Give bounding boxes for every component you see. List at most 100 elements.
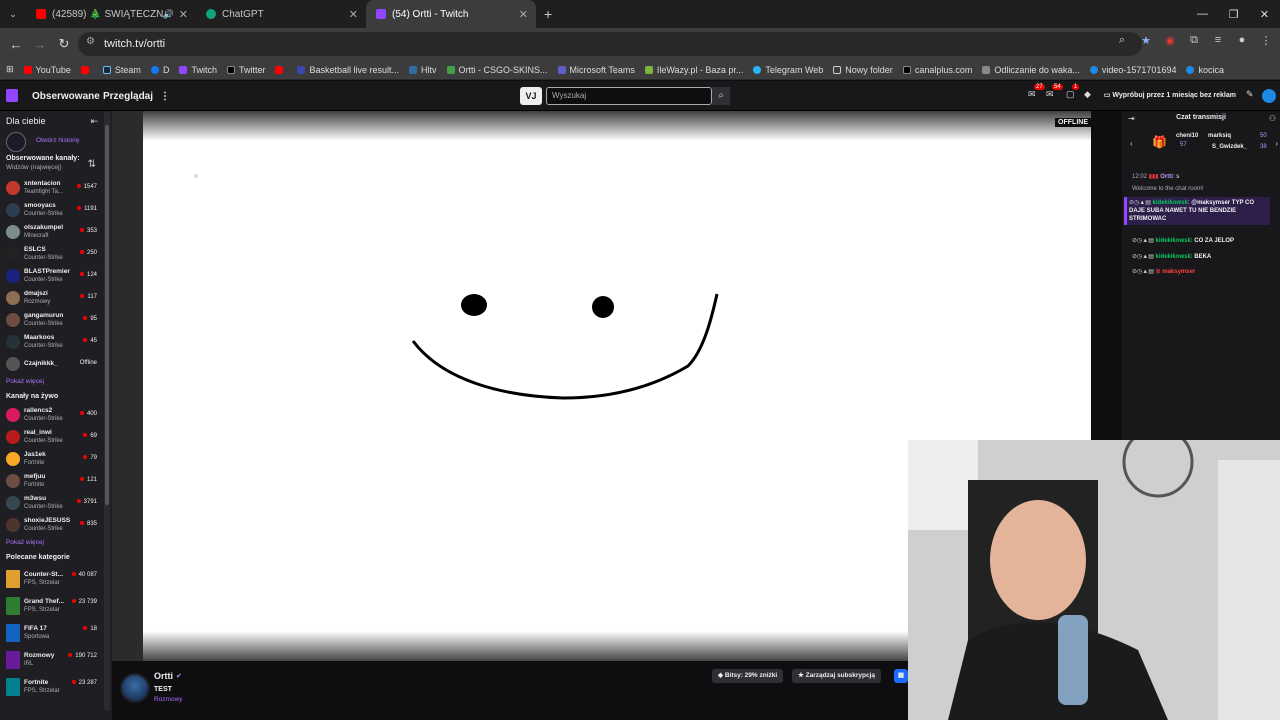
category-item[interactable]: Counter-St... FPS, Strzelar 40 087 xyxy=(0,565,112,592)
browser-tab-twitch[interactable]: (54) Ortti - Twitch ✕ xyxy=(366,0,536,28)
nav-browse[interactable]: Przeglądaj xyxy=(103,91,153,102)
channel-item[interactable]: smooyacs Counter-Strike 1191 xyxy=(0,199,112,221)
tab-search-icon[interactable]: ⌄ xyxy=(0,9,26,20)
show-more-live[interactable]: Pokaż więcej xyxy=(0,536,112,550)
channel-item[interactable]: rallencs2 Counter-Strike 400 xyxy=(0,404,112,426)
media-icon[interactable]: ≡ xyxy=(1210,34,1226,52)
minimize-icon[interactable]: — xyxy=(1187,0,1218,28)
chat-users-icon[interactable]: ⚇ xyxy=(1269,114,1276,123)
whispers-icon[interactable]: ▢ 1 xyxy=(1066,84,1080,100)
channel-item[interactable]: m3wsu Counter-Strike 3791 xyxy=(0,492,112,514)
search-input[interactable]: Wyszukaj xyxy=(546,87,712,105)
reload-icon[interactable]: ↻ xyxy=(52,36,76,52)
history-avatar[interactable] xyxy=(6,132,26,152)
chat-username[interactable]: kidekikowsk xyxy=(1156,238,1191,244)
back-icon[interactable]: ← xyxy=(4,37,28,52)
forward-icon[interactable]: → xyxy=(28,37,52,52)
gift-button[interactable]: ▦ xyxy=(894,669,908,683)
bookmark-kocica[interactable]: kocica xyxy=(1186,65,1224,75)
browser-tab-chatgpt[interactable]: ChatGPT ✕ xyxy=(196,0,366,28)
profile-icon[interactable]: ● xyxy=(1234,34,1250,52)
browser-tab-youtube[interactable]: (42589) 🎄 ŚWIĄTECZN... 🔊 ✕ xyxy=(26,0,196,28)
open-history-link[interactable]: Otwórz historię xyxy=(36,137,79,144)
channel-item[interactable]: BLASTPremier Counter-Strike 124 xyxy=(0,265,112,287)
inbox-icon[interactable]: ✉ 27 xyxy=(1028,84,1045,100)
notifications-icon[interactable]: ✉ 54 xyxy=(1046,84,1063,100)
bookmark-ilewazy[interactable]: IleWazy.pl - Baza pr... xyxy=(644,65,743,75)
bookmark-csgo-skins[interactable]: Ortti - CSGO-SKINS... xyxy=(446,65,548,75)
chat-username[interactable]: kidekikowsk xyxy=(1156,254,1191,260)
chat-username[interactable]: kidekikowsk xyxy=(1153,200,1188,206)
speaker-icon[interactable]: 🔊 xyxy=(163,9,174,20)
bookmark-hltv[interactable]: Hltv xyxy=(409,65,437,75)
nav-following[interactable]: Obserwowane xyxy=(32,91,100,102)
channel-item[interactable]: olszakumpel Minecraft 353 xyxy=(0,221,112,243)
collapse-sidebar-icon[interactable]: ⇤ xyxy=(90,116,98,127)
apps-icon[interactable]: ⊞ xyxy=(6,64,14,75)
gifters-next-icon[interactable]: › xyxy=(1275,139,1278,148)
show-more-followed[interactable]: Pokaż więcej xyxy=(0,375,112,389)
bookmark-teams[interactable]: Microsoft Teams xyxy=(557,65,635,75)
mod-icons[interactable]: ⊘◷▲▤ xyxy=(1132,254,1156,260)
mod-icons[interactable]: ⊘◷▲▤ xyxy=(1129,200,1153,206)
bookmark-steam[interactable]: Steam xyxy=(102,65,141,75)
channel-item[interactable]: gangamurun Counter-Strike 95 xyxy=(0,309,112,331)
zoom-icon[interactable]: ⌕ xyxy=(1114,34,1130,52)
bookmark-twitter[interactable]: Twitter xyxy=(226,65,265,75)
bookmark-unnamed[interactable] xyxy=(80,65,93,74)
extensions-puzzle-icon[interactable]: ⧉ xyxy=(1186,34,1202,52)
bookmark-video[interactable]: video-1571701694 xyxy=(1089,65,1176,75)
turbo-promo-button[interactable]: ▭ Wypróbuj przez 1 miesiąc bez reklam xyxy=(1104,91,1236,99)
channel-avatar[interactable] xyxy=(120,673,150,703)
category-item[interactable]: FIFA 17 Sportowa 18 xyxy=(0,619,112,646)
chat-username[interactable]: Ortti xyxy=(1160,174,1173,180)
channel-name[interactable]: Ortti xyxy=(154,671,173,681)
collapse-chat-icon[interactable]: ⇥ xyxy=(1128,114,1135,123)
mod-icons[interactable]: ⊘◷▲▤ xyxy=(1132,238,1156,244)
stream-category[interactable]: Rozmowy xyxy=(154,696,183,703)
url-field[interactable]: twitch.tv/ortti xyxy=(78,32,1142,56)
close-window-icon[interactable]: ✕ xyxy=(1249,0,1280,28)
sort-icon[interactable]: ⇅ xyxy=(88,159,96,170)
maximize-icon[interactable]: ❐ xyxy=(1218,0,1249,28)
menu-icon[interactable]: ⋮ xyxy=(1258,34,1274,52)
channel-item[interactable]: shoxieJESUSS Counter-Strike 835 xyxy=(0,514,112,536)
channel-item[interactable]: mefjuu Fortnite 121 xyxy=(0,470,112,492)
bookmark-odliczanie[interactable]: Odliczanie do waka... xyxy=(982,65,1080,75)
channel-item[interactable]: real_inwi Counter-Strike 69 xyxy=(0,426,112,448)
channel-item[interactable]: Czajnikkk_ Offline xyxy=(0,353,112,375)
close-tab-icon[interactable]: ✕ xyxy=(179,8,188,21)
bookmark-basketball[interactable]: Basketball live result... xyxy=(297,65,399,75)
channel-item[interactable]: Jas1ek Fortnite 79 xyxy=(0,448,112,470)
bookmark-youtube[interactable]: YouTube xyxy=(23,65,71,75)
extension-icon[interactable]: ◉ xyxy=(1162,34,1178,52)
close-tab-icon[interactable]: ✕ xyxy=(519,8,528,21)
bookmark-folder[interactable]: Nowy folder xyxy=(833,65,893,75)
close-tab-icon[interactable]: ✕ xyxy=(349,8,358,21)
channel-item[interactable]: xntentacion Teamfight Ta... 1547 xyxy=(0,177,112,199)
category-item[interactable]: Grand Thef... FPS, Strzelar 23 739 xyxy=(0,592,112,619)
twitch-logo-icon[interactable] xyxy=(6,89,18,102)
more-icon[interactable]: ⋮ xyxy=(160,91,170,102)
new-tab-button[interactable]: + xyxy=(544,6,552,22)
extension-icon[interactable]: ✎ xyxy=(1246,89,1254,100)
bookmark-canalplus[interactable]: canalplus.com xyxy=(902,65,972,75)
user-avatar[interactable] xyxy=(1262,89,1276,103)
bookmark-star-icon[interactable]: ★ xyxy=(1138,34,1154,52)
manage-subscription-button[interactable]: ★ Zarządzaj subskrypcją xyxy=(792,669,882,683)
channel-item[interactable]: dmajszi Rozmowy 117 xyxy=(0,287,112,309)
chat-username[interactable]: maksymser xyxy=(1162,269,1195,275)
bookmark-unnamed-2[interactable] xyxy=(275,65,287,74)
bookmark-facebook[interactable]: D xyxy=(150,65,169,75)
mod-icons[interactable]: ⊘◷▲▤ xyxy=(1132,269,1156,275)
sidebar-scroll-thumb[interactable] xyxy=(105,125,109,505)
channel-item[interactable]: ESLCS Counter-Strike 250 xyxy=(0,243,112,265)
site-info-icon[interactable]: ⚙ xyxy=(86,36,95,47)
bits-button[interactable]: ◆ Bitsy: 29% zniżki xyxy=(712,669,784,683)
bookmark-telegram[interactable]: Telegram Web xyxy=(753,65,823,75)
channel-item[interactable]: Maarkoos Counter-Strike 45 xyxy=(0,331,112,353)
category-item[interactable]: Fortnite FPS, Strzelar 23 287 xyxy=(0,673,112,700)
bookmark-twitch[interactable]: Twitch xyxy=(179,65,217,75)
category-item[interactable]: Rozmowy IRL 190 712 xyxy=(0,646,112,673)
gifters-prev-icon[interactable]: ‹ xyxy=(1130,139,1133,148)
